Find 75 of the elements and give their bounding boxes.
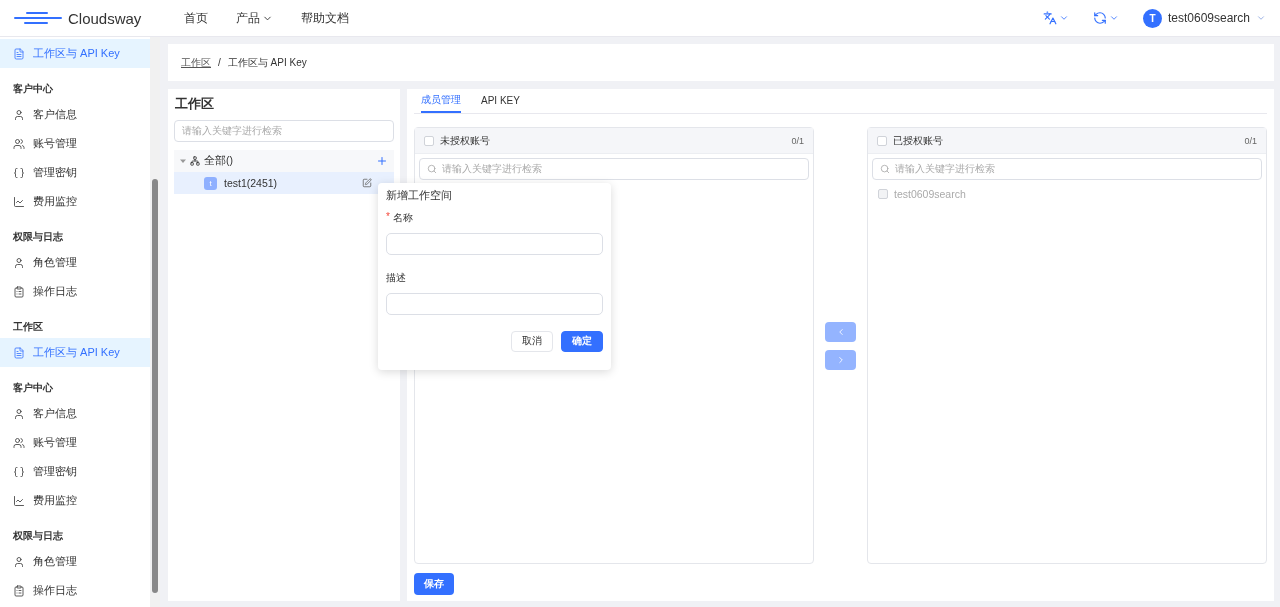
caret-icon	[180, 158, 186, 164]
cancel-button[interactable]: 取消	[511, 331, 553, 352]
save-button[interactable]: 保存	[414, 573, 454, 595]
translate-icon[interactable]	[1042, 11, 1057, 25]
chevron-down-icon	[1256, 13, 1266, 23]
nav-link[interactable]: 产品	[236, 9, 273, 27]
sidebar-item[interactable]: 工作区与 API Key	[0, 39, 150, 68]
logo-icon	[14, 12, 62, 24]
item-count: 0/1	[1244, 135, 1257, 146]
sidebar-item[interactable]: 账号管理	[0, 129, 150, 158]
section-title: 权限与日志	[12, 529, 64, 543]
sidebar-item[interactable]: 客户信息	[0, 399, 150, 428]
sidebar-item[interactable]: 费用监控	[0, 187, 150, 216]
checkbox[interactable]	[877, 135, 887, 146]
sidebar-item[interactable]: 角色管理	[0, 547, 150, 576]
line-chart-icon	[13, 494, 25, 507]
section-title: 客户中心	[12, 82, 54, 96]
list-title: 已授权账号	[893, 133, 943, 148]
workspace-avatar: t	[204, 176, 217, 190]
clipboard-icon	[13, 584, 25, 597]
chevron-down-icon[interactable]	[1108, 13, 1119, 23]
nav-link[interactable]: 首页	[184, 9, 208, 27]
tree-label: 全部()	[204, 154, 233, 168]
edit-icon[interactable]	[362, 178, 372, 188]
breadcrumb-link[interactable]: 工作区	[181, 55, 211, 70]
person-icon	[13, 256, 25, 269]
person-icon	[13, 407, 25, 420]
people-icon	[13, 436, 25, 449]
confirm-button[interactable]: 确定	[561, 331, 603, 352]
tree-icon	[190, 156, 200, 166]
tree-row[interactable]: 全部()	[174, 150, 394, 172]
sidebar-item[interactable]: 费用监控	[0, 486, 150, 515]
line-chart-icon	[13, 195, 25, 208]
breadcrumb-text: 工作区与 API Key	[227, 55, 307, 70]
sidebar-item[interactable]: 角色管理	[0, 248, 150, 277]
nav-link[interactable]: 帮助文档	[301, 9, 349, 27]
input-field[interactable]	[386, 233, 603, 255]
clipboard-icon	[13, 285, 25, 298]
search-icon	[427, 164, 437, 174]
search-icon	[880, 164, 890, 174]
sidebar-item[interactable]: 操作日志	[0, 277, 150, 306]
list-title: 未授权账号	[440, 133, 490, 148]
person-icon	[13, 108, 25, 121]
refresh-icon[interactable]	[1092, 11, 1107, 25]
document-icon	[13, 346, 25, 359]
document-icon	[13, 47, 25, 60]
braces-icon	[13, 465, 25, 478]
user-name[interactable]: test0609search	[1167, 11, 1250, 25]
sidebar-item[interactable]: 管理密钥	[0, 158, 150, 187]
sidebar-item[interactable]: 账号管理	[0, 428, 150, 457]
tab[interactable]: 成员管理	[421, 89, 461, 113]
chevron-down-icon[interactable]	[1058, 13, 1069, 23]
user-avatar[interactable]: T	[1142, 8, 1162, 28]
people-icon	[13, 137, 25, 150]
field-label: * 名称	[386, 211, 414, 225]
breadcrumb-text: /	[218, 57, 221, 68]
add-icon[interactable]	[376, 155, 388, 167]
item-count: 0/1	[791, 135, 804, 146]
checkbox[interactable]	[424, 135, 434, 146]
panel-title: 工作区	[174, 95, 215, 113]
field-label: 描述	[386, 271, 407, 285]
section-title: 客户中心	[12, 381, 54, 395]
person-icon	[13, 555, 25, 568]
tree-label: test1(2451)	[224, 177, 278, 189]
brand-name: Cloudsway	[68, 9, 142, 27]
sidebar-item[interactable]: 管理密钥	[0, 457, 150, 486]
tab[interactable]: API KEY	[481, 89, 520, 113]
braces-icon	[13, 166, 25, 179]
section-title: 权限与日志	[12, 230, 64, 244]
section-title: 工作区	[12, 320, 44, 334]
sidebar-item[interactable]: 客户信息	[0, 100, 150, 129]
input-field[interactable]	[386, 293, 603, 315]
scrollbar[interactable]	[150, 37, 160, 607]
sidebar-item[interactable]: 操作日志	[0, 576, 150, 605]
sidebar-item[interactable]: 工作区与 API Key	[0, 338, 150, 367]
